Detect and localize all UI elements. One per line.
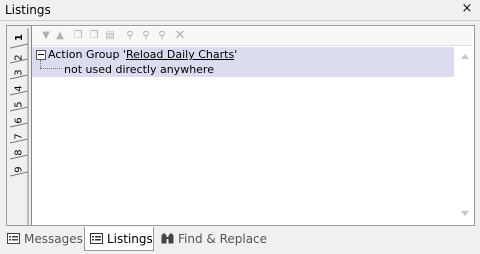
scroll-down-icon[interactable] bbox=[461, 211, 469, 216]
vertical-scrollbar[interactable] bbox=[456, 46, 474, 224]
tree-connector bbox=[40, 60, 41, 68]
window-title: Listings bbox=[5, 3, 51, 17]
find-next-icon[interactable]: ⚲ bbox=[156, 30, 168, 42]
child-usage-text: not used directly anywhere bbox=[64, 63, 214, 76]
tree-row-action-group[interactable]: Action Group 'Reload Daily Charts' bbox=[32, 47, 454, 62]
binoculars-icon bbox=[161, 233, 174, 244]
copy-all-icon[interactable]: ❐ bbox=[88, 30, 100, 42]
scroll-up-icon[interactable] bbox=[461, 54, 469, 59]
clear-icon[interactable]: ✕ bbox=[174, 29, 186, 42]
tab-listings[interactable]: Listings bbox=[84, 227, 154, 251]
collapse-icon[interactable] bbox=[36, 50, 46, 60]
tab-messages[interactable]: Messages bbox=[2, 227, 83, 251]
close-icon[interactable]: × bbox=[460, 1, 474, 17]
copy-icon[interactable]: ❐ bbox=[72, 30, 84, 42]
tree-connector-h bbox=[40, 68, 62, 69]
action-group-link[interactable]: Reload Daily Charts bbox=[126, 48, 234, 61]
listings-panel: 1 2 3 4 5 6 7 8 9 ▼ ▲ ❐ ❐ ▤ ⚲ ⚲ ⚲ ✕ Acti… bbox=[6, 25, 475, 226]
listing-number-tabs: 1 2 3 4 5 6 7 8 9 bbox=[7, 26, 32, 225]
find-prev-icon[interactable]: ⚲ bbox=[140, 30, 152, 42]
listing-tree: Action Group 'Reload Daily Charts' not u… bbox=[32, 46, 454, 224]
tab-outlines bbox=[9, 28, 29, 225]
listing-toolbar: ▼ ▲ ❐ ❐ ▤ ⚲ ⚲ ⚲ ✕ bbox=[32, 27, 472, 46]
arrow-up-icon[interactable]: ▲ bbox=[54, 30, 66, 42]
title-bar: Listings × bbox=[0, 0, 480, 20]
listings-icon bbox=[90, 233, 103, 244]
title-separator bbox=[0, 20, 480, 21]
tab-find-replace[interactable]: Find & Replace bbox=[156, 227, 267, 251]
find-icon[interactable]: ⚲ bbox=[124, 30, 136, 42]
paste-icon[interactable]: ▤ bbox=[104, 30, 116, 42]
tree-row-child[interactable]: not used directly anywhere bbox=[32, 62, 454, 77]
arrow-down-icon[interactable]: ▼ bbox=[40, 30, 52, 42]
messages-icon bbox=[7, 233, 20, 244]
action-group-label: Action Group 'Reload Daily Charts' bbox=[48, 48, 238, 61]
bottom-tab-bar: Messages Listings Find & Replace bbox=[0, 226, 480, 254]
